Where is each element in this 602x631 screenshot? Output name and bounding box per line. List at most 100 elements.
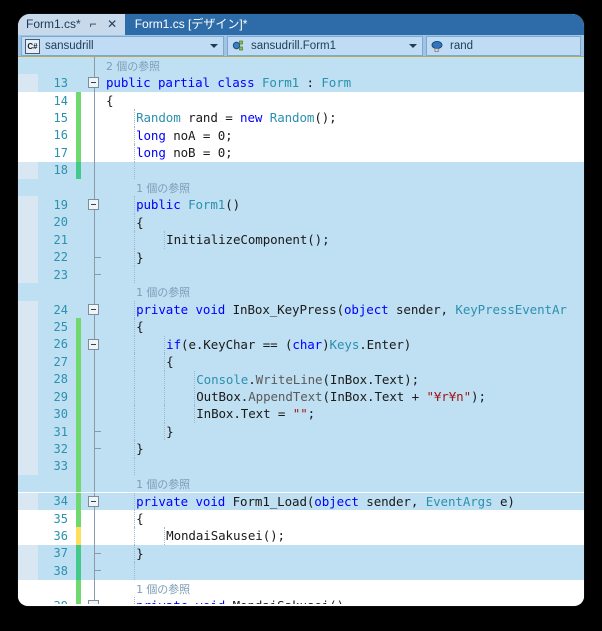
code-line[interactable]: 18 [18,161,584,179]
codelens-reference-label[interactable]: 1 個の参照 [136,581,190,597]
type-dropdown[interactable]: sansudrill.Form1 [227,36,423,56]
change-bar-saved [76,422,81,441]
indent-guide [134,422,136,441]
outlining-vertical-line [94,109,95,127]
code-line[interactable]: 24 private void InBox_KeyPress(object sen… [18,300,584,319]
code-line[interactable]: 36 MondaiSakusei(); [18,527,584,545]
class-icon [231,39,246,54]
indicator-margin [18,387,38,406]
code-token: long [136,127,166,143]
code-line[interactable]: 17 long noB = 0; [18,144,584,162]
collapse-toggle-icon[interactable] [88,303,99,315]
line-number: 35 [53,511,68,526]
code-line[interactable]: 29 OutBox.AppendText(InBox.Text + "¥r¥n")… [18,387,584,406]
collapse-toggle-icon[interactable] [88,77,99,89]
code-line[interactable]: 15 Random rand = new Random(); [18,109,584,127]
code-line[interactable]: 16 long noA = 0; [18,126,584,145]
code-line[interactable]: 26 if(e.KeyChar == (char)Keys.Enter) [18,335,584,354]
code-token: InitializeComponent(); [166,232,330,248]
code-text: { [106,93,114,108]
screenshot-frame: Form1.cs* ⌐ ✕ Form1.cs [デザイン]* C# sansud… [0,0,602,631]
line-number: 31 [53,424,68,439]
codelens-reference-row[interactable]: 2 個の参照 [18,57,584,75]
codelens-reference-row[interactable]: 1 個の参照 [18,579,584,597]
code-token: object [314,493,359,509]
code-line[interactable]: 39 private void MondaiSakusei() [18,597,584,604]
code-line[interactable]: 37} [18,544,584,563]
pin-icon[interactable]: ⌐ [87,18,100,31]
code-token: sender, [358,493,426,509]
code-text: } [136,250,144,265]
line-number: 27 [53,354,68,369]
code-line[interactable]: 23 [18,266,584,284]
code-token: { [166,354,174,370]
indicator-margin [18,370,38,388]
code-line[interactable]: 30 InBox.Text = ""; [18,405,584,423]
code-line[interactable]: 28 Console.WriteLine(InBox.Text); [18,370,584,388]
indicator-margin [18,109,38,126]
indicator-margin [18,422,38,441]
line-number: 18 [53,163,68,178]
collapse-toggle-icon[interactable] [88,600,99,604]
tab-form1-cs-designer[interactable]: Form1.cs [デザイン]* [124,14,258,35]
indicator-margin [18,248,38,267]
indent-guide [134,405,136,423]
codelens-reference-label[interactable]: 1 個の参照 [136,476,190,492]
indicator-margin [18,300,38,319]
code-token: e) [492,493,515,509]
code-line[interactable]: 13 public partial class Form1 : Form [18,74,584,92]
code-token: } [166,423,174,439]
code-line[interactable]: 38 [18,562,584,580]
member-dropdown[interactable]: rand [426,36,581,56]
codelens-reference-row[interactable]: 1 個の参照 [18,283,584,301]
code-token: noA = 0; [165,127,233,143]
code-line[interactable]: 22} [18,248,584,267]
codelens-reference-row[interactable]: 1 個の参照 [18,178,584,197]
code-line[interactable]: 35 { [18,509,584,528]
code-line[interactable]: 20 { [18,213,584,232]
code-token: Random [136,110,181,126]
code-token: object [344,301,389,317]
code-line[interactable]: 14 { [18,91,584,110]
indicator-margin [18,457,38,476]
indent-guide [134,231,136,249]
code-token: if [166,336,182,352]
code-line[interactable]: 31} [18,422,584,441]
code-token: noB = 0; [165,145,233,161]
code-token: (e.KeyChar == ( [181,336,293,352]
code-token: EventArgs [425,493,493,509]
code-line[interactable]: 32} [18,440,584,458]
indicator-margin [18,492,38,510]
outlining-vertical-line [94,579,95,597]
collapse-toggle-icon[interactable] [88,199,99,211]
line-number: 23 [53,267,68,282]
indent-guide [134,387,136,406]
codelens-reference-row[interactable]: 1 個の参照 [18,475,584,493]
close-icon[interactable]: ✕ [106,18,119,31]
change-bar-unsaved [76,527,81,545]
codelens-reference-label[interactable]: 1 個の参照 [136,180,190,196]
code-line[interactable]: 21 InitializeComponent(); [18,231,584,249]
tab-form1-cs[interactable]: Form1.cs* ⌐ ✕ [18,14,125,35]
code-token: . [248,371,256,387]
outlining-vertical-line [94,457,95,476]
change-bar-saved [76,597,81,604]
project-dropdown[interactable]: C# sansudrill [21,36,224,56]
code-token: InBox_KeyPress( [225,301,344,317]
code-line[interactable]: 34 private void Form1_Load(object sender,… [18,492,584,510]
code-line[interactable]: 19 public Form1() [18,196,584,214]
codelens-reference-label[interactable]: 1 個の参照 [136,284,190,300]
code-line[interactable]: 27 { [18,353,584,371]
code-editor[interactable]: 2 個の参照 13 public partial class Form1 : For… [18,57,584,604]
indent-guide [134,335,136,354]
code-line[interactable]: 25 { [18,318,584,336]
line-number: 34 [53,494,68,509]
codelens-reference-label[interactable]: 2 個の参照 [106,58,160,74]
code-token: char [292,336,323,352]
line-number: 14 [53,93,68,108]
collapse-toggle-icon[interactable] [88,338,99,350]
code-line[interactable]: 33 [18,457,584,476]
collapse-toggle-icon[interactable] [88,495,99,507]
outlining-vertical-line [94,353,95,371]
